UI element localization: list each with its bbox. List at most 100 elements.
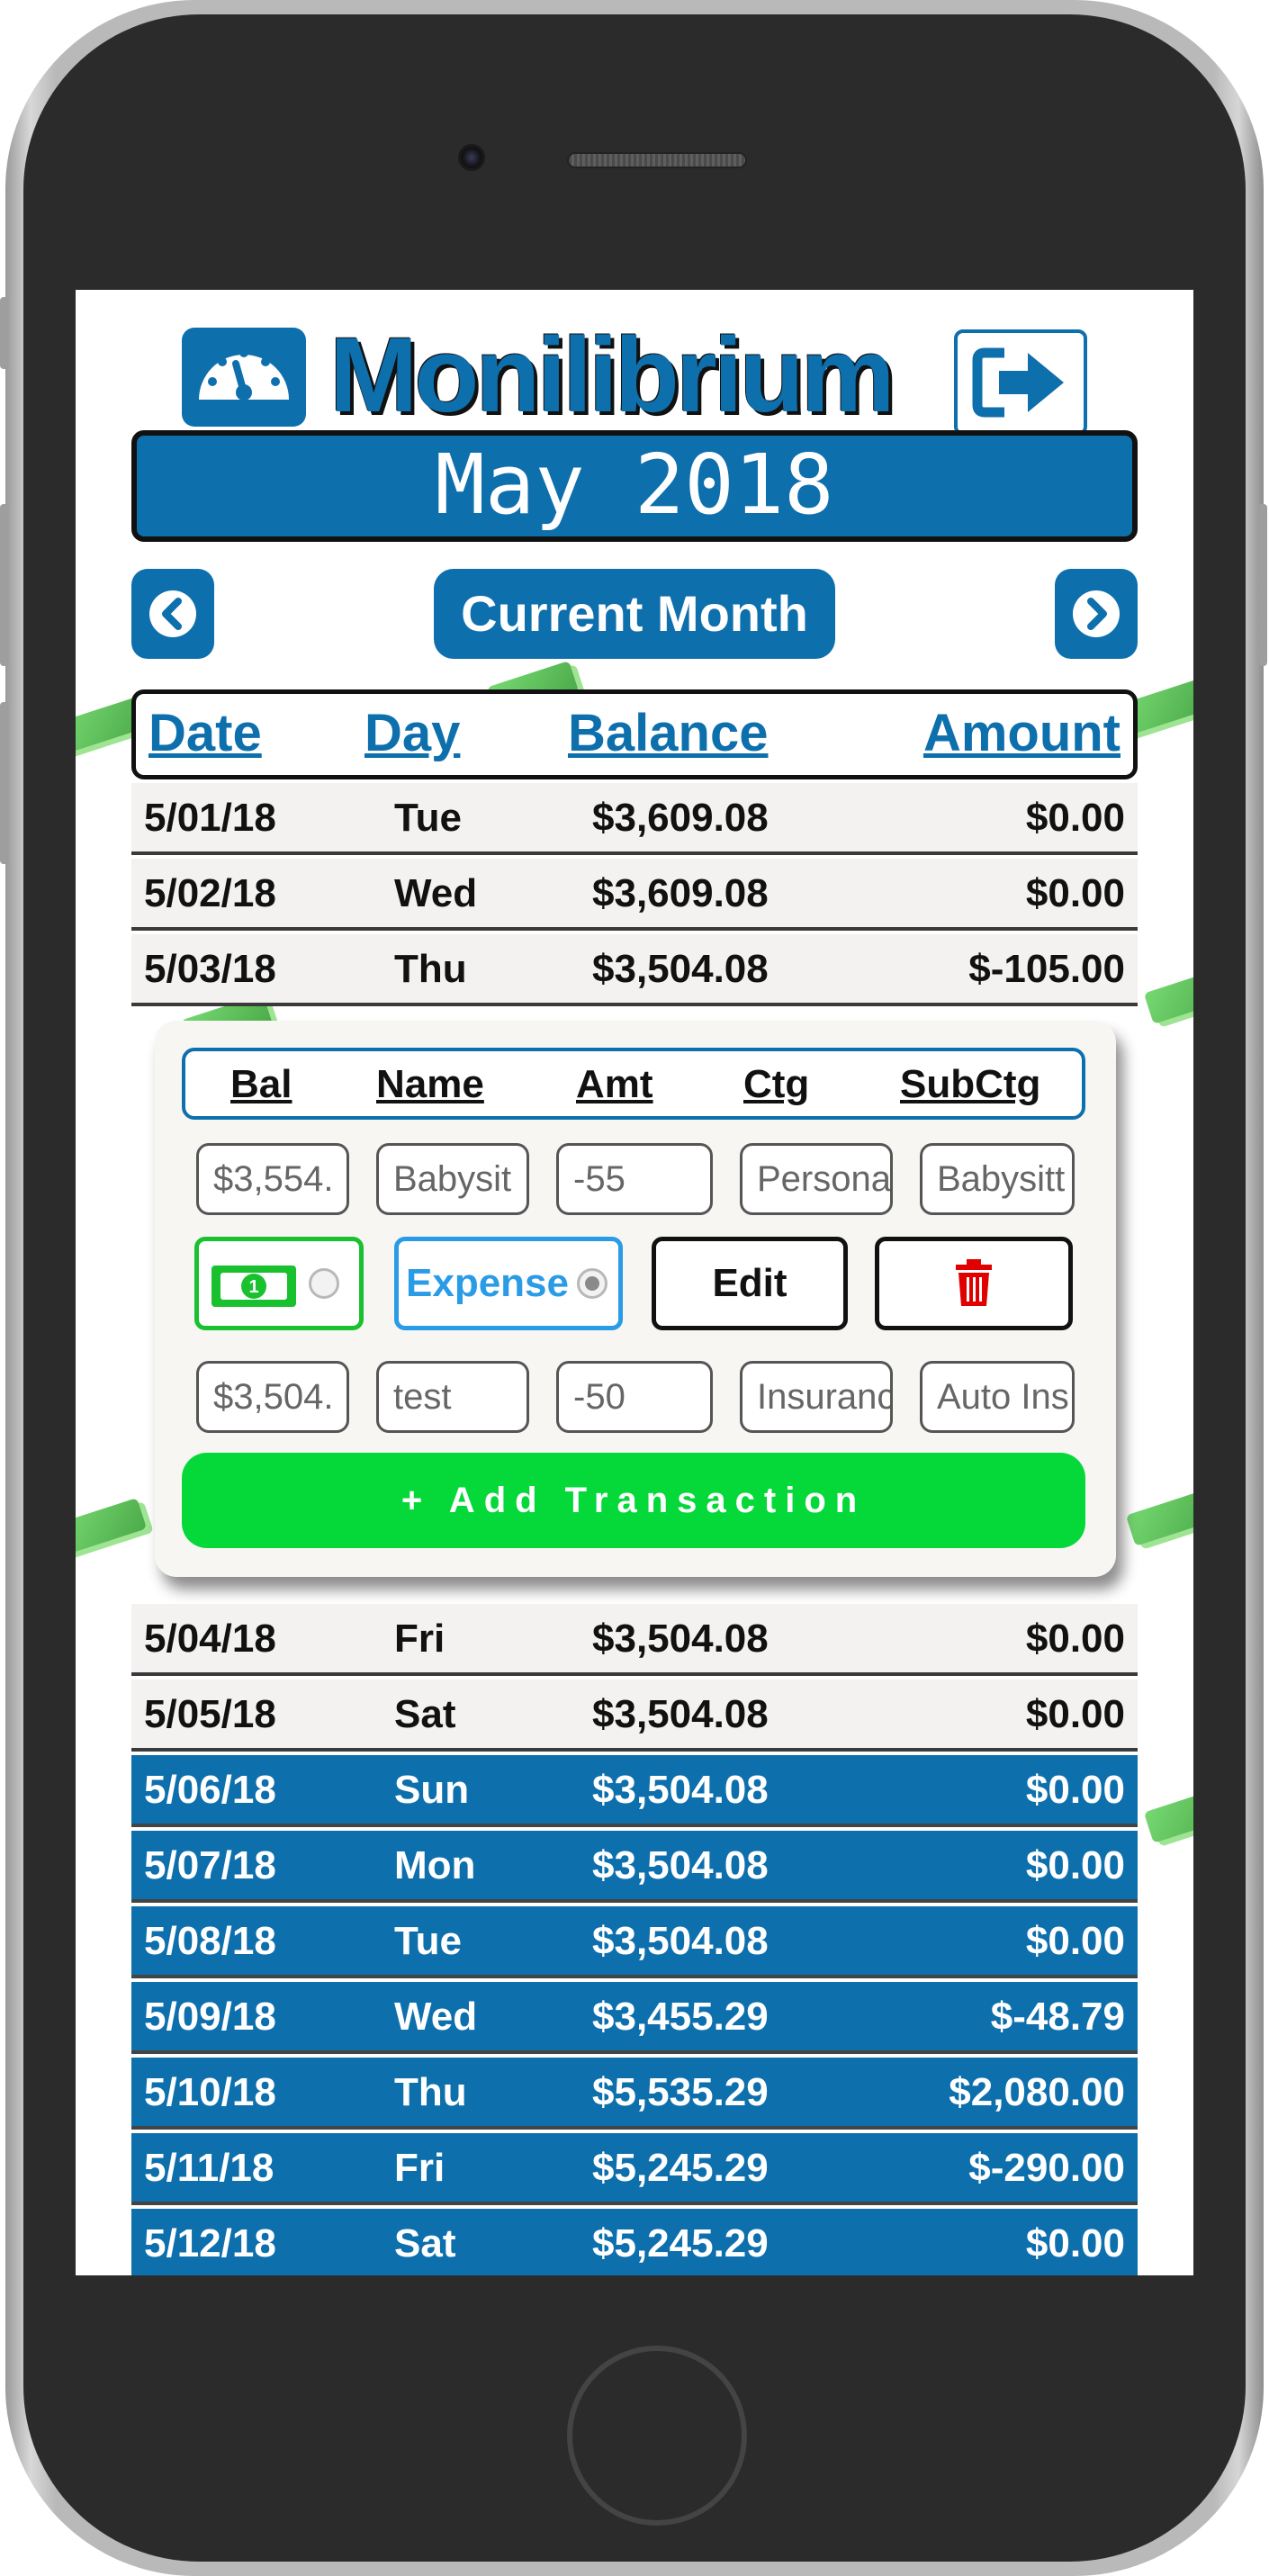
new-tx-subcategory-field[interactable]: Auto Ins [920, 1361, 1075, 1433]
row-balance: $5,245.29 [592, 2146, 769, 2190]
month-banner: May 2018 [131, 430, 1138, 542]
chevron-right-icon [1073, 590, 1120, 637]
prev-month-button[interactable] [131, 569, 214, 659]
row-day: Tue [394, 1919, 462, 1963]
row-balance: $3,504.08 [592, 1768, 769, 1812]
row-balance: $3,455.29 [592, 1995, 769, 2039]
home-button[interactable] [567, 2346, 747, 2526]
row-amount: $0.00 [1025, 1617, 1125, 1661]
day-row[interactable]: 5/05/18 Sat $3,504.08 $0.00 [131, 1680, 1138, 1752]
row-amount: $0.00 [1025, 1768, 1125, 1812]
row-amount: $0.00 [1025, 796, 1125, 840]
logout-button[interactable] [954, 329, 1087, 436]
row-date: 5/08/18 [144, 1919, 276, 1963]
day-row-future[interactable]: 5/09/18 Wed $3,455.29 $-48.79 [131, 1982, 1138, 2054]
delete-transaction-button[interactable] [875, 1237, 1073, 1330]
row-day: Tue [394, 796, 462, 840]
new-tx-name-field[interactable]: test [376, 1361, 529, 1433]
tx-name-field[interactable]: Babysit [376, 1143, 529, 1215]
row-balance: $3,504.08 [592, 1919, 769, 1963]
day-row-future[interactable]: 5/10/18 Thu $5,535.29 $2,080.00 [131, 2058, 1138, 2130]
tx-subcategory-field[interactable]: Babysitt [920, 1143, 1075, 1215]
row-amount: $-48.79 [990, 1995, 1125, 2039]
row-date: 5/06/18 [144, 1768, 276, 1812]
row-amount: $-105.00 [968, 947, 1125, 991]
day-row-future[interactable]: 5/07/18 Mon $3,504.08 $0.00 [131, 1831, 1138, 1903]
tx-header-amt: Amt [576, 1062, 653, 1106]
expense-radio[interactable] [577, 1268, 608, 1299]
sort-balance-link[interactable]: Balance [568, 703, 768, 763]
earpiece-speaker [567, 152, 747, 168]
phone-frame: Monilibrium May 2018 Current Month Date … [0, 0, 1267, 2576]
tx-category-field[interactable]: Persona [740, 1143, 893, 1215]
day-row[interactable]: 5/04/18 Fri $3,504.08 $0.00 [131, 1604, 1138, 1676]
add-transaction-button[interactable]: + Add Transaction [182, 1453, 1085, 1548]
ledger-column-header: Date Day Balance Amount [131, 689, 1138, 779]
expense-label: Expense [406, 1261, 569, 1305]
tx-balance-field[interactable]: $3,554. [196, 1143, 349, 1215]
chevron-left-icon [149, 590, 196, 637]
day-row-future[interactable]: 5/06/18 Sun $3,504.08 $0.00 [131, 1755, 1138, 1827]
sort-date-link[interactable]: Date [148, 703, 262, 763]
row-date: 5/07/18 [144, 1843, 276, 1887]
row-balance: $3,504.08 [592, 1617, 769, 1661]
type-expense-option[interactable]: Expense [394, 1237, 623, 1330]
front-camera [458, 144, 485, 171]
sort-amount-link[interactable]: Amount [923, 703, 1120, 763]
next-month-button[interactable] [1055, 569, 1138, 659]
row-day: Sat [394, 2221, 456, 2265]
transaction-column-header: Bal Name Amt Ctg SubCtg [182, 1048, 1085, 1120]
sign-out-arrow-icon [972, 347, 1064, 418]
new-tx-category-field[interactable]: Insuranc [740, 1361, 893, 1433]
row-date: 5/10/18 [144, 2070, 276, 2114]
sort-day-link[interactable]: Day [364, 703, 460, 763]
svg-text:1: 1 [248, 1277, 258, 1297]
row-day: Fri [394, 2146, 446, 2190]
day-row-future[interactable]: 5/08/18 Tue $3,504.08 $0.00 [131, 1906, 1138, 1978]
volume-down-button [0, 702, 9, 864]
row-day: Fri [394, 1617, 446, 1661]
row-balance: $3,504.08 [592, 1843, 769, 1887]
type-income-option[interactable]: 1 [194, 1237, 364, 1330]
money-bg-decoration [76, 1505, 148, 1548]
tx-header-bal: Bal [230, 1062, 292, 1106]
row-day: Wed [394, 871, 478, 915]
power-button [1258, 504, 1267, 666]
app-screen: Monilibrium May 2018 Current Month Date … [76, 290, 1193, 2275]
day-row-future[interactable]: 5/11/18 Fri $5,245.29 $-290.00 [131, 2133, 1138, 2205]
row-day: Wed [394, 1995, 478, 2039]
row-date: 5/09/18 [144, 1995, 276, 2039]
tx-header-subctg: SubCtg [900, 1062, 1041, 1106]
row-balance: $3,504.08 [592, 947, 769, 991]
row-balance: $3,504.08 [592, 1692, 769, 1736]
row-day: Sun [394, 1768, 470, 1812]
app-logo [182, 328, 306, 427]
day-row[interactable]: 5/02/18 Wed $3,609.08 $0.00 [131, 859, 1138, 931]
current-month-button[interactable]: Current Month [434, 569, 835, 659]
row-balance: $5,535.29 [592, 2070, 769, 2114]
row-balance: $3,609.08 [592, 796, 769, 840]
tx-amount-field[interactable]: -55 [556, 1143, 713, 1215]
row-amount: $0.00 [1025, 871, 1125, 915]
row-amount: $2,080.00 [949, 2070, 1125, 2114]
edit-transaction-button[interactable]: Edit [652, 1237, 848, 1330]
new-tx-balance-field[interactable]: $3,504. [196, 1361, 349, 1433]
row-balance: $5,245.29 [592, 2221, 769, 2265]
new-tx-amount-field[interactable]: -50 [556, 1361, 713, 1433]
income-radio[interactable] [309, 1268, 339, 1299]
row-amount: $0.00 [1025, 1692, 1125, 1736]
row-date: 5/05/18 [144, 1692, 276, 1736]
row-date: 5/04/18 [144, 1617, 276, 1661]
row-amount: $0.00 [1025, 1919, 1125, 1963]
dollar-bill-icon: 1 [212, 1265, 296, 1307]
day-row-future[interactable]: 5/12/18 Sat $5,245.29 $0.00 [131, 2209, 1138, 2275]
row-date: 5/12/18 [144, 2221, 276, 2265]
day-row-selected[interactable]: 5/03/18 Thu $3,504.08 $-105.00 [131, 934, 1138, 1006]
day-row[interactable]: 5/01/18 Tue $3,609.08 $0.00 [131, 783, 1138, 855]
row-balance: $3,609.08 [592, 871, 769, 915]
money-bg-decoration [1129, 1496, 1193, 1539]
row-amount: $-290.00 [968, 2146, 1125, 2190]
row-amount: $0.00 [1025, 1843, 1125, 1887]
speedometer-icon [199, 348, 289, 401]
trash-icon [956, 1259, 992, 1306]
